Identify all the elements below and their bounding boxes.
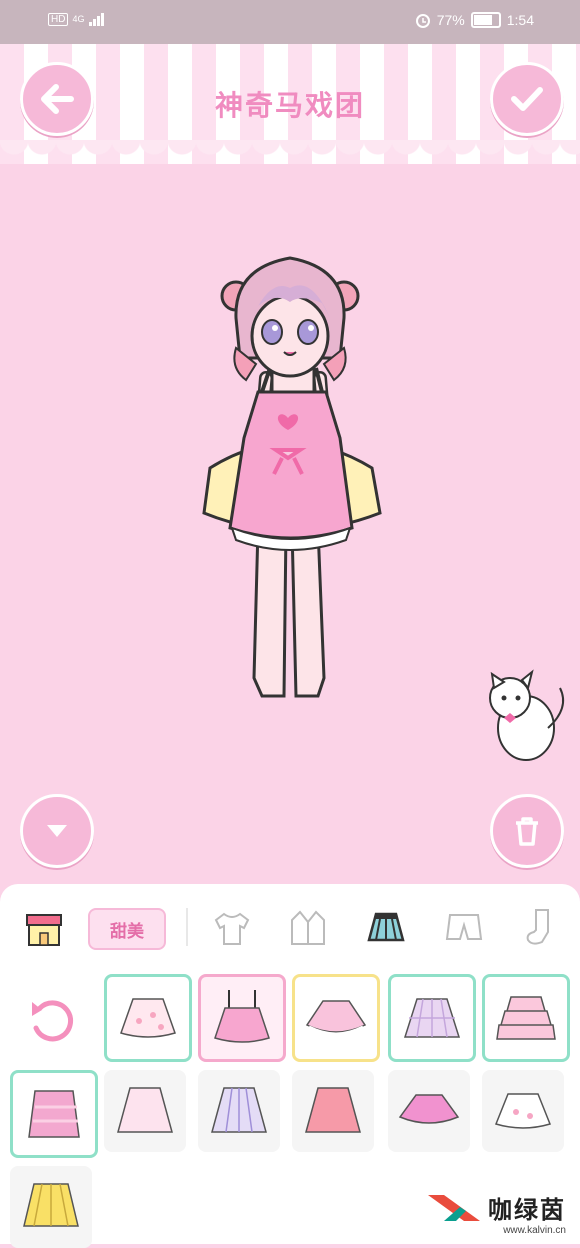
skirt-thumbnail-icon bbox=[120, 998, 176, 1038]
skirt-thumbnail-icon bbox=[496, 996, 556, 1040]
tab-tops[interactable] bbox=[210, 906, 254, 950]
hd-badge: HD bbox=[48, 12, 69, 26]
tab-socks[interactable] bbox=[518, 906, 562, 950]
battery-icon bbox=[470, 12, 501, 28]
skirt-thumbnail-icon bbox=[23, 1183, 79, 1227]
cat-companion[interactable] bbox=[489, 669, 564, 761]
watermark: 咖绿茵 www.kalvin.cn bbox=[426, 1190, 566, 1236]
skirt-thumbnail-icon bbox=[28, 1090, 80, 1138]
collapse-button[interactable] bbox=[20, 794, 94, 868]
signal-icon bbox=[89, 13, 105, 26]
delete-button[interactable] bbox=[490, 794, 564, 868]
check-icon bbox=[511, 87, 543, 111]
status-bar: HD 4G 77% 1:54 bbox=[0, 0, 580, 44]
skirt-item-4[interactable] bbox=[388, 974, 476, 1062]
tab-skirts[interactable] bbox=[364, 906, 408, 950]
skirt-thumbnail-icon bbox=[305, 1000, 367, 1036]
skirt-item-12[interactable] bbox=[10, 1166, 92, 1248]
header-scallop bbox=[0, 140, 580, 168]
sock-icon bbox=[526, 909, 549, 945]
shirt-icon bbox=[214, 912, 250, 945]
jacket-icon bbox=[291, 910, 325, 945]
battery-percent: 77% bbox=[436, 12, 465, 28]
skirt-item-1[interactable] bbox=[104, 974, 192, 1062]
tab-pants[interactable] bbox=[442, 906, 486, 950]
confirm-button[interactable] bbox=[490, 62, 564, 136]
skirt-thumbnail-icon bbox=[117, 1087, 173, 1133]
skirt-icon bbox=[367, 912, 405, 942]
skirt-thumbnail-icon bbox=[403, 998, 461, 1038]
skirt-item-7[interactable] bbox=[104, 1070, 186, 1152]
arrow-left-icon bbox=[41, 84, 74, 114]
shorts-icon bbox=[445, 914, 483, 940]
skirt-item-3[interactable] bbox=[292, 974, 380, 1062]
style-filter-chip[interactable]: 甜美 bbox=[88, 908, 166, 950]
network-label: 4G bbox=[72, 14, 85, 24]
clock: 1:54 bbox=[506, 12, 534, 28]
watermark-url: www.kalvin.cn bbox=[503, 1225, 566, 1236]
tab-divider bbox=[186, 908, 188, 946]
skirt-thumbnail-icon bbox=[305, 1087, 361, 1133]
skirt-thumbnail-icon bbox=[398, 1094, 460, 1124]
skirt-item-8[interactable] bbox=[198, 1070, 280, 1152]
reset-button[interactable] bbox=[20, 988, 84, 1052]
wardrobe-panel: 甜美 咖绿茵 www.kalvin.cn bbox=[0, 884, 580, 1248]
skirt-item-9[interactable] bbox=[292, 1070, 374, 1152]
tab-outerwear[interactable] bbox=[286, 906, 330, 950]
skirt-item-10[interactable] bbox=[388, 1070, 470, 1152]
skirt-thumbnail-icon bbox=[494, 1093, 552, 1129]
shop-icon bbox=[26, 914, 62, 946]
skirt-item-5[interactable] bbox=[482, 974, 570, 1062]
skirt-item-11[interactable] bbox=[482, 1070, 564, 1152]
skirt-item-2[interactable] bbox=[198, 974, 286, 1062]
character-illustration bbox=[202, 256, 564, 761]
undo-icon bbox=[32, 1000, 74, 1042]
category-tabs: 甜美 bbox=[0, 902, 580, 952]
watermark-logo bbox=[428, 1194, 480, 1221]
trash-icon bbox=[516, 817, 538, 846]
character-stage bbox=[0, 168, 580, 888]
skirt-thumbnail-icon bbox=[214, 990, 270, 1043]
back-button[interactable] bbox=[20, 62, 94, 136]
watermark-text: 咖绿茵 bbox=[488, 1196, 566, 1224]
skirt-item-6[interactable] bbox=[10, 1070, 98, 1158]
triangle-down-icon bbox=[47, 825, 67, 837]
skirt-thumbnail-icon bbox=[211, 1087, 267, 1133]
shop-tab[interactable] bbox=[22, 906, 66, 950]
alarm-icon bbox=[415, 14, 430, 28]
